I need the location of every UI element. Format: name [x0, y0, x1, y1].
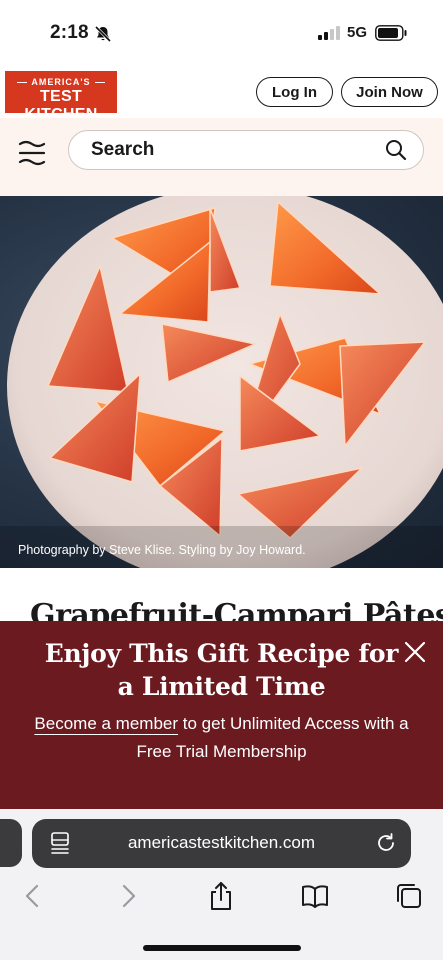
- bookmarks-icon[interactable]: [300, 881, 330, 911]
- menu-icon[interactable]: [17, 140, 47, 166]
- join-now-button[interactable]: Join Now: [341, 77, 438, 107]
- hero-image: Photography by Steve Klise. Styling by J…: [0, 196, 443, 568]
- status-time: 2:18: [50, 22, 89, 43]
- network-label: 5G: [347, 24, 368, 41]
- login-button[interactable]: Log In: [256, 77, 333, 107]
- logo-top-text: AMERICA'S: [5, 77, 117, 87]
- share-icon[interactable]: [206, 881, 236, 911]
- home-indicator: [143, 945, 301, 951]
- bell-off-icon: [94, 25, 112, 43]
- address-bar[interactable]: americastestkitchen.com: [32, 819, 411, 868]
- signal-icon: [318, 26, 340, 40]
- previous-tab-peek[interactable]: [0, 819, 22, 867]
- become-member-link[interactable]: Become a member: [34, 714, 178, 733]
- tabs-icon[interactable]: [394, 881, 424, 911]
- candy-photo: [0, 196, 443, 568]
- url-text: americastestkitchen.com: [127, 833, 316, 852]
- reload-icon[interactable]: [375, 832, 397, 854]
- search-row: Search: [0, 118, 443, 196]
- article-title-area: Grapefruit-Campari Pâtes de Fruits: [0, 568, 443, 628]
- search-icon[interactable]: [385, 139, 407, 161]
- site-header: AMERICA'S TEST KITCHEN Log In Join Now: [0, 64, 443, 123]
- gift-banner-body: Become a member to get Unlimited Access …: [20, 710, 423, 766]
- status-bar: 2:18 5G: [0, 0, 443, 64]
- back-icon[interactable]: [18, 881, 48, 911]
- site-logo[interactable]: AMERICA'S TEST KITCHEN: [5, 71, 117, 123]
- browser-chrome: americastestkitchen.com: [0, 809, 443, 960]
- search-input[interactable]: Search: [68, 130, 424, 170]
- battery-icon: [375, 25, 407, 41]
- photo-caption: Photography by Steve Klise. Styling by J…: [18, 543, 306, 557]
- gift-banner-body-text: to get Unlimited Access with a Free Tria…: [136, 714, 409, 761]
- gift-banner-title: Enjoy This Gift Recipe for a Limited Tim…: [44, 639, 399, 701]
- forward-icon[interactable]: [113, 881, 143, 911]
- search-placeholder: Search: [91, 139, 155, 160]
- close-icon[interactable]: [403, 640, 427, 664]
- gift-recipe-banner: Enjoy This Gift Recipe for a Limited Tim…: [0, 621, 443, 809]
